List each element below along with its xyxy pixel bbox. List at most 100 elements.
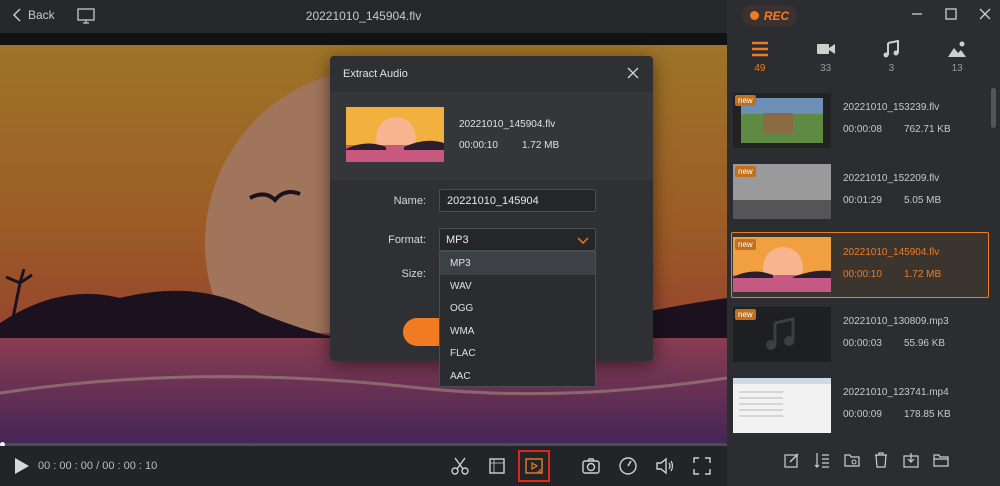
dialog-file-name: 20221010_145904.flv bbox=[459, 119, 556, 130]
format-option[interactable]: MP3 bbox=[440, 252, 595, 275]
new-badge: new bbox=[735, 309, 756, 320]
image-icon bbox=[948, 41, 967, 57]
screenshot-button[interactable] bbox=[581, 456, 601, 476]
music-note-icon bbox=[883, 40, 900, 58]
format-value: MP3 bbox=[446, 234, 469, 246]
tab-count: 13 bbox=[951, 63, 963, 74]
speedometer-icon bbox=[619, 457, 637, 475]
trash-icon[interactable] bbox=[873, 452, 889, 468]
item-size: 762.71 KB bbox=[903, 124, 951, 135]
filter-tabs: 49 33 3 13 bbox=[727, 40, 990, 85]
rec-label: REC bbox=[763, 8, 790, 23]
format-option[interactable]: OGG bbox=[440, 297, 595, 320]
tab-all[interactable]: 49 bbox=[727, 40, 793, 85]
thumbnail: new bbox=[733, 93, 831, 148]
chevron-down-icon bbox=[577, 237, 589, 244]
extract-button[interactable] bbox=[403, 318, 439, 346]
player-controls: 00 : 00 : 00 / 00 : 00 : 10 bbox=[0, 446, 727, 486]
audio-extract-icon bbox=[525, 458, 543, 474]
item-duration: 00:00:08 bbox=[843, 124, 882, 135]
close-button[interactable] bbox=[978, 7, 992, 21]
title-bar: Back 20221010_145904.flv bbox=[0, 0, 727, 33]
list-item[interactable]: new 20221010_145904.flv 00:00:10 1.72 MB bbox=[731, 232, 989, 298]
panel-toolbar bbox=[727, 452, 1000, 477]
folder-icon[interactable] bbox=[933, 452, 949, 468]
thumbnail bbox=[733, 378, 831, 433]
thumbnail: new bbox=[733, 307, 831, 362]
format-option[interactable]: WAV bbox=[440, 275, 595, 298]
item-meta: 00:00:03 55.96 KB bbox=[843, 338, 945, 349]
video-camera-icon bbox=[816, 44, 835, 54]
item-duration: 00:00:10 bbox=[843, 269, 882, 280]
fullscreen-button[interactable] bbox=[692, 456, 712, 476]
list-item[interactable]: new 20221010_153239.flv 00:00:08 762.71 K… bbox=[727, 88, 990, 154]
item-meta: 00:01:29 5.05 MB bbox=[843, 195, 941, 206]
format-label: Format: bbox=[388, 234, 426, 246]
new-badge: new bbox=[735, 166, 756, 177]
record-dot-icon bbox=[749, 11, 759, 20]
thumbnail: new bbox=[733, 164, 831, 219]
minimize-button[interactable] bbox=[910, 7, 924, 21]
speed-button[interactable] bbox=[618, 456, 638, 476]
volume-button[interactable] bbox=[655, 456, 675, 476]
new-badge: new bbox=[735, 95, 756, 106]
camera-icon bbox=[582, 458, 600, 474]
item-meta: 00:00:10 1.72 MB bbox=[843, 269, 941, 280]
item-size: 178.85 KB bbox=[903, 409, 951, 420]
item-size: 55.96 KB bbox=[903, 338, 946, 349]
name-label: Name: bbox=[393, 195, 426, 207]
sort-icon[interactable] bbox=[814, 452, 830, 468]
format-option[interactable]: WMA bbox=[440, 320, 595, 343]
dialog-duration: 00:00:10 bbox=[459, 140, 498, 151]
size-label: Size: bbox=[401, 268, 426, 280]
list-item[interactable]: new 20221010_130809.mp3 00:00:03 55.96 KB bbox=[727, 302, 990, 368]
scissors-icon bbox=[451, 457, 469, 475]
tab-image[interactable]: 13 bbox=[924, 40, 990, 85]
trim-button[interactable] bbox=[450, 456, 470, 476]
rec-button[interactable]: REC bbox=[742, 5, 797, 26]
item-name: 20221010_123741.mp4 bbox=[843, 387, 949, 398]
crop-icon bbox=[489, 458, 505, 474]
recorder-app: Back 20221010_145904.flv 00: 00: 00 / … bbox=[0, 0, 1000, 486]
fullscreen-icon bbox=[693, 457, 711, 475]
item-meta: 00:00:08 762.71 KB bbox=[843, 124, 951, 135]
item-size: 1.72 MB bbox=[903, 269, 942, 280]
import-icon[interactable] bbox=[903, 452, 919, 468]
extract-audio-button[interactable] bbox=[518, 450, 550, 482]
tab-count: 33 bbox=[820, 63, 832, 74]
edit-icon[interactable] bbox=[784, 452, 800, 468]
time-readout: 00 : 00 : 00 / 00 : 00 : 10 bbox=[38, 460, 158, 472]
sunset-thumbnail bbox=[346, 107, 444, 162]
close-icon bbox=[979, 8, 991, 20]
speaker-icon bbox=[656, 457, 674, 475]
file-info: 20221010_145904.flv 00:00:10 1.72 MB bbox=[330, 92, 653, 180]
maximize-icon bbox=[945, 8, 957, 20]
list-scrollbar[interactable] bbox=[991, 88, 996, 128]
format-option[interactable]: FLAC bbox=[440, 342, 595, 365]
close-icon[interactable] bbox=[627, 67, 639, 79]
dialog-title: Extract Audio bbox=[343, 68, 408, 80]
item-name: 20221010_145904.flv bbox=[843, 247, 940, 258]
crop-button[interactable] bbox=[487, 456, 507, 476]
item-name: 20221010_153239.flv bbox=[843, 102, 940, 113]
item-duration: 00:00:09 bbox=[843, 409, 882, 420]
menu-lines-icon bbox=[751, 41, 768, 57]
dialog-file-meta: 00:00:10 1.72 MB bbox=[459, 140, 559, 151]
list-item[interactable]: 20221010_123741.mp4 00:00:09 178.85 KB bbox=[727, 373, 990, 439]
item-name: 20221010_152209.flv bbox=[843, 173, 940, 184]
tab-audio[interactable]: 3 bbox=[859, 40, 925, 85]
window-controls bbox=[910, 7, 992, 21]
tab-video[interactable]: 33 bbox=[793, 40, 859, 85]
play-icon[interactable] bbox=[14, 457, 30, 475]
dialog-thumbnail bbox=[346, 107, 444, 162]
spreadsheet-thumbnail bbox=[733, 378, 831, 433]
folder-search-icon[interactable] bbox=[843, 452, 860, 468]
item-duration: 00:01:29 bbox=[843, 195, 882, 206]
name-input[interactable] bbox=[439, 189, 596, 212]
list-item[interactable]: new 20221010_152209.flv 00:01:29 5.05 MB bbox=[727, 159, 990, 225]
format-option[interactable]: AAC bbox=[440, 365, 595, 388]
format-select[interactable]: MP3 bbox=[439, 228, 596, 251]
maximize-button[interactable] bbox=[944, 7, 958, 21]
item-size: 5.05 MB bbox=[903, 195, 942, 206]
recordings-panel: REC 49 33 3 13 new 20221010_153239.flv 0… bbox=[727, 0, 1000, 486]
